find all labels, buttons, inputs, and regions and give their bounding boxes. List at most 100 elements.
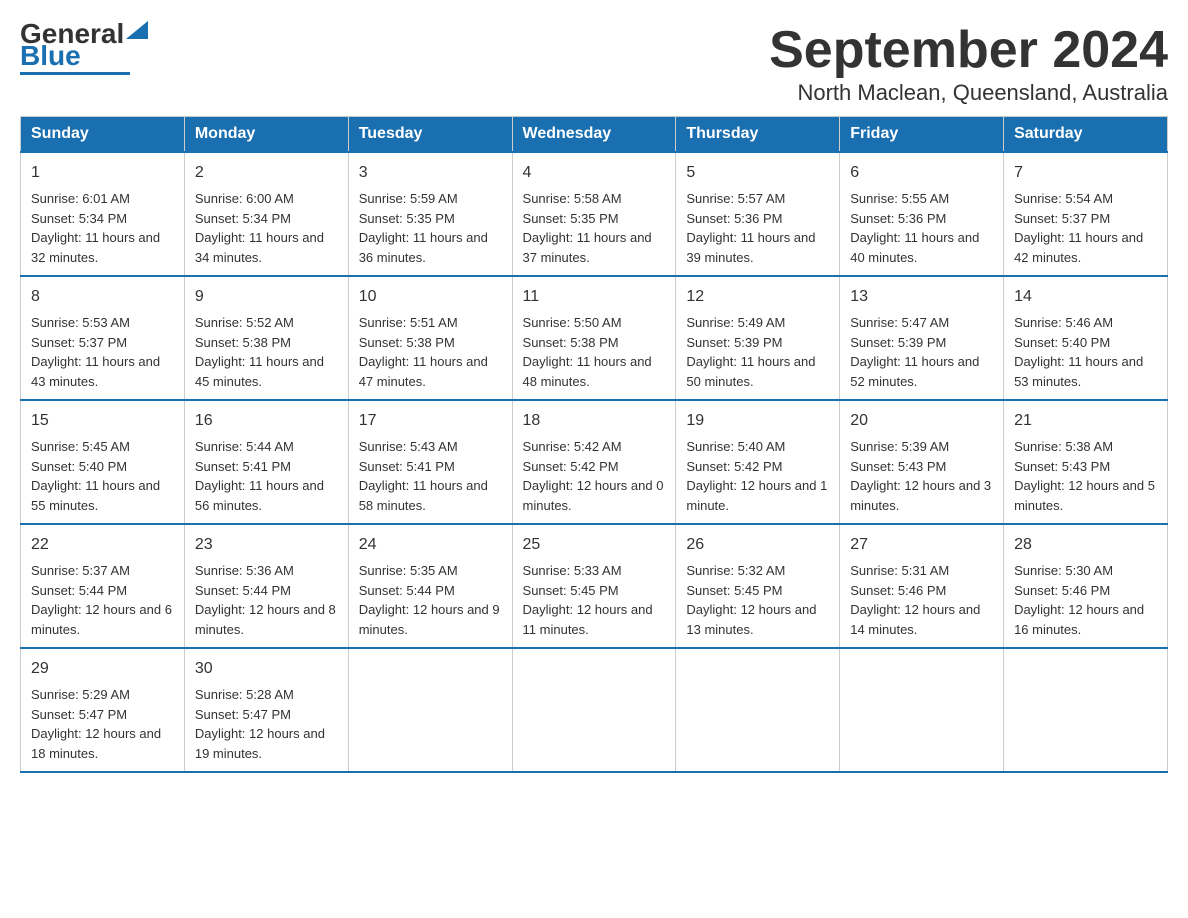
sunrise-label: Sunrise: 5:54 AM [1014, 191, 1113, 206]
table-row: 25 Sunrise: 5:33 AM Sunset: 5:45 PM Dayl… [512, 524, 676, 648]
table-row: 2 Sunrise: 6:00 AM Sunset: 5:34 PM Dayli… [184, 152, 348, 276]
table-row: 14 Sunrise: 5:46 AM Sunset: 5:40 PM Dayl… [1004, 276, 1168, 400]
daylight-label: Daylight: 12 hours and 11 minutes. [523, 602, 653, 637]
table-row: 18 Sunrise: 5:42 AM Sunset: 5:42 PM Dayl… [512, 400, 676, 524]
sunrise-label: Sunrise: 5:57 AM [686, 191, 785, 206]
sunrise-label: Sunrise: 5:52 AM [195, 315, 294, 330]
table-row: 9 Sunrise: 5:52 AM Sunset: 5:38 PM Dayli… [184, 276, 348, 400]
sunset-label: Sunset: 5:42 PM [686, 459, 782, 474]
sunrise-label: Sunrise: 5:43 AM [359, 439, 458, 454]
sunrise-label: Sunrise: 5:58 AM [523, 191, 622, 206]
day-number: 16 [195, 409, 338, 433]
daylight-label: Daylight: 12 hours and 1 minute. [686, 478, 827, 513]
calendar-week-row: 1 Sunrise: 6:01 AM Sunset: 5:34 PM Dayli… [21, 152, 1168, 276]
logo: General Blue [20, 20, 148, 75]
daylight-label: Daylight: 12 hours and 14 minutes. [850, 602, 980, 637]
day-number: 13 [850, 285, 993, 309]
day-number: 28 [1014, 533, 1157, 557]
header-tuesday: Tuesday [348, 117, 512, 153]
sunrise-label: Sunrise: 5:28 AM [195, 687, 294, 702]
sunset-label: Sunset: 5:35 PM [359, 211, 455, 226]
sunrise-label: Sunrise: 5:53 AM [31, 315, 130, 330]
sunrise-label: Sunrise: 5:31 AM [850, 563, 949, 578]
table-row: 6 Sunrise: 5:55 AM Sunset: 5:36 PM Dayli… [840, 152, 1004, 276]
day-number: 20 [850, 409, 993, 433]
table-row: 22 Sunrise: 5:37 AM Sunset: 5:44 PM Dayl… [21, 524, 185, 648]
daylight-label: Daylight: 11 hours and 58 minutes. [359, 478, 488, 513]
daylight-label: Daylight: 11 hours and 40 minutes. [850, 230, 979, 265]
day-number: 24 [359, 533, 502, 557]
daylight-label: Daylight: 12 hours and 5 minutes. [1014, 478, 1155, 513]
table-row: 11 Sunrise: 5:50 AM Sunset: 5:38 PM Dayl… [512, 276, 676, 400]
daylight-label: Daylight: 11 hours and 45 minutes. [195, 354, 324, 389]
daylight-label: Daylight: 11 hours and 39 minutes. [686, 230, 815, 265]
sunset-label: Sunset: 5:34 PM [31, 211, 127, 226]
calendar-table: Sunday Monday Tuesday Wednesday Thursday… [20, 116, 1168, 773]
table-row: 27 Sunrise: 5:31 AM Sunset: 5:46 PM Dayl… [840, 524, 1004, 648]
daylight-label: Daylight: 12 hours and 8 minutes. [195, 602, 336, 637]
day-number: 15 [31, 409, 174, 433]
sunset-label: Sunset: 5:36 PM [850, 211, 946, 226]
day-number: 5 [686, 161, 829, 185]
daylight-label: Daylight: 12 hours and 19 minutes. [195, 726, 325, 761]
table-row: 3 Sunrise: 5:59 AM Sunset: 5:35 PM Dayli… [348, 152, 512, 276]
day-number: 27 [850, 533, 993, 557]
day-number: 17 [359, 409, 502, 433]
day-number: 2 [195, 161, 338, 185]
daylight-label: Daylight: 12 hours and 16 minutes. [1014, 602, 1144, 637]
sunrise-label: Sunrise: 5:40 AM [686, 439, 785, 454]
day-number: 23 [195, 533, 338, 557]
page-header: General Blue September 2024 North Maclea… [20, 20, 1168, 106]
sunset-label: Sunset: 5:41 PM [195, 459, 291, 474]
sunset-label: Sunset: 5:40 PM [31, 459, 127, 474]
day-number: 1 [31, 161, 174, 185]
day-number: 19 [686, 409, 829, 433]
sunset-label: Sunset: 5:40 PM [1014, 335, 1110, 350]
sunrise-label: Sunrise: 5:32 AM [686, 563, 785, 578]
sunset-label: Sunset: 5:47 PM [31, 707, 127, 722]
sunset-label: Sunset: 5:43 PM [850, 459, 946, 474]
sunset-label: Sunset: 5:44 PM [195, 583, 291, 598]
table-row: 13 Sunrise: 5:47 AM Sunset: 5:39 PM Dayl… [840, 276, 1004, 400]
daylight-label: Daylight: 11 hours and 52 minutes. [850, 354, 979, 389]
sunrise-label: Sunrise: 5:59 AM [359, 191, 458, 206]
sunrise-label: Sunrise: 6:00 AM [195, 191, 294, 206]
header-saturday: Saturday [1004, 117, 1168, 153]
sunrise-label: Sunrise: 5:47 AM [850, 315, 949, 330]
calendar-title: September 2024 [769, 20, 1168, 80]
daylight-label: Daylight: 11 hours and 43 minutes. [31, 354, 160, 389]
sunset-label: Sunset: 5:47 PM [195, 707, 291, 722]
sunrise-label: Sunrise: 5:55 AM [850, 191, 949, 206]
daylight-label: Daylight: 11 hours and 34 minutes. [195, 230, 324, 265]
table-row [512, 648, 676, 772]
sunrise-label: Sunrise: 5:36 AM [195, 563, 294, 578]
calendar-week-row: 8 Sunrise: 5:53 AM Sunset: 5:37 PM Dayli… [21, 276, 1168, 400]
sunrise-label: Sunrise: 6:01 AM [31, 191, 130, 206]
sunrise-label: Sunrise: 5:46 AM [1014, 315, 1113, 330]
day-number: 6 [850, 161, 993, 185]
daylight-label: Daylight: 11 hours and 42 minutes. [1014, 230, 1143, 265]
day-number: 12 [686, 285, 829, 309]
day-number: 26 [686, 533, 829, 557]
calendar-week-row: 15 Sunrise: 5:45 AM Sunset: 5:40 PM Dayl… [21, 400, 1168, 524]
sunrise-label: Sunrise: 5:39 AM [850, 439, 949, 454]
sunset-label: Sunset: 5:34 PM [195, 211, 291, 226]
daylight-label: Daylight: 11 hours and 56 minutes. [195, 478, 324, 513]
sunset-label: Sunset: 5:39 PM [850, 335, 946, 350]
day-number: 9 [195, 285, 338, 309]
sunset-label: Sunset: 5:38 PM [359, 335, 455, 350]
sunrise-label: Sunrise: 5:30 AM [1014, 563, 1113, 578]
daylight-label: Daylight: 11 hours and 53 minutes. [1014, 354, 1143, 389]
table-row: 10 Sunrise: 5:51 AM Sunset: 5:38 PM Dayl… [348, 276, 512, 400]
daylight-label: Daylight: 11 hours and 48 minutes. [523, 354, 652, 389]
header-thursday: Thursday [676, 117, 840, 153]
table-row: 5 Sunrise: 5:57 AM Sunset: 5:36 PM Dayli… [676, 152, 840, 276]
table-row: 15 Sunrise: 5:45 AM Sunset: 5:40 PM Dayl… [21, 400, 185, 524]
sunset-label: Sunset: 5:45 PM [523, 583, 619, 598]
sunset-label: Sunset: 5:39 PM [686, 335, 782, 350]
table-row: 24 Sunrise: 5:35 AM Sunset: 5:44 PM Dayl… [348, 524, 512, 648]
day-number: 10 [359, 285, 502, 309]
calendar-week-row: 22 Sunrise: 5:37 AM Sunset: 5:44 PM Dayl… [21, 524, 1168, 648]
daylight-label: Daylight: 12 hours and 18 minutes. [31, 726, 161, 761]
table-row: 28 Sunrise: 5:30 AM Sunset: 5:46 PM Dayl… [1004, 524, 1168, 648]
